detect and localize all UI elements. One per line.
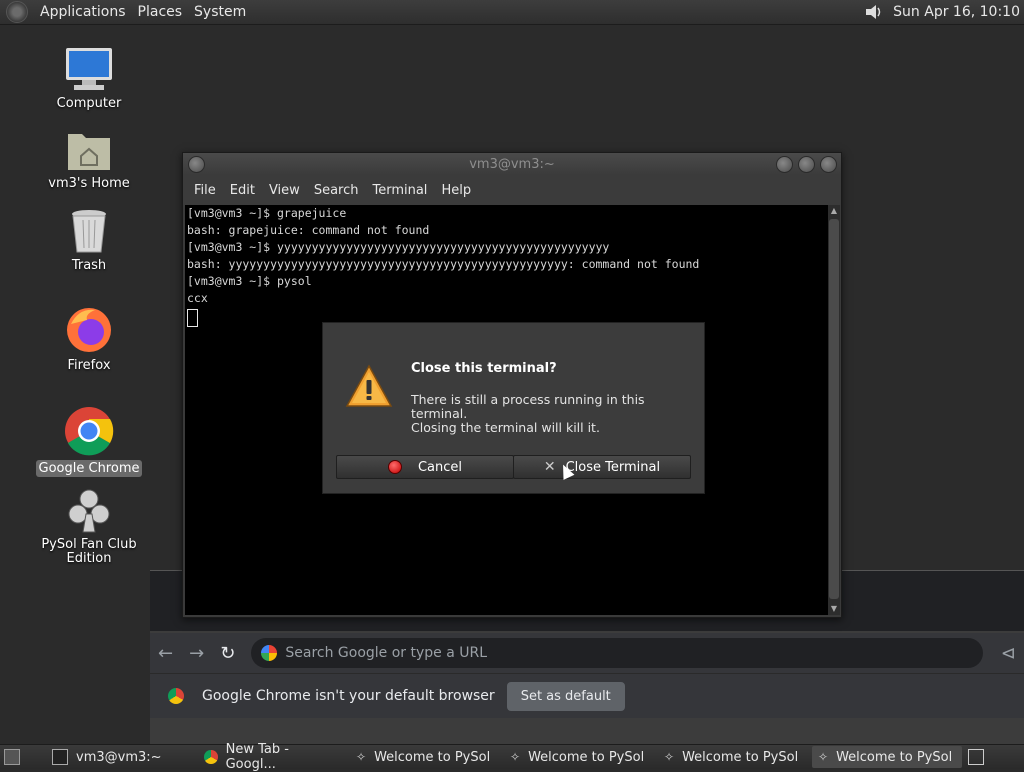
taskbar-item[interactable]: ✧ Welcome to PySol <box>350 746 500 768</box>
volume-icon[interactable] <box>863 2 885 22</box>
menu-view[interactable]: View <box>262 183 307 198</box>
cancel-icon <box>387 460 402 474</box>
minimize-icon[interactable] <box>776 156 793 173</box>
title-bar[interactable]: vm3@vm3:~ <box>183 153 841 175</box>
omnibox[interactable]: Search Google or type a URL <box>251 638 983 668</box>
scroll-down-icon[interactable]: ▼ <box>828 603 840 615</box>
dialog-message-line: Closing the terminal will kill it. <box>411 420 600 435</box>
scrollbar-thumb[interactable] <box>829 219 839 599</box>
distro-logo-icon[interactable] <box>6 1 28 23</box>
firefox-icon <box>65 306 113 354</box>
terminal-scrollbar[interactable]: ▲ ▼ <box>828 205 840 615</box>
terminal-line: bash: grapejuice: command not found <box>187 223 430 237</box>
terminal-line: ccx <box>187 291 208 305</box>
close-icon: ✕ <box>543 459 556 475</box>
menu-edit[interactable]: Edit <box>223 183 262 198</box>
close-icon[interactable] <box>820 156 837 173</box>
menu-applications[interactable]: Applications <box>34 4 132 20</box>
taskbar-item-active[interactable]: ✧ Welcome to PySol <box>812 746 962 768</box>
taskbar-item[interactable]: New Tab - Googl... <box>198 742 346 772</box>
terminal-line: [vm3@vm3 ~]$ grapejuice <box>187 206 347 220</box>
chrome-icon <box>204 750 218 764</box>
terminal-line: bash: yyyyyyyyyyyyyyyyyyyyyyyyyyyyyyyyyy… <box>187 257 700 271</box>
terminal-icon <box>52 749 68 765</box>
taskbar-label: Welcome to PySol <box>682 749 799 765</box>
close-terminal-dialog: Close this terminal? There is still a pr… <box>322 322 705 494</box>
close-terminal-button[interactable]: ✕ Close Terminal <box>513 455 691 479</box>
workspace-switcher[interactable] <box>966 746 994 768</box>
desktop-icon-label: Computer <box>56 96 122 111</box>
clock[interactable]: Sun Apr 16, 10:10 <box>893 4 1020 20</box>
menu-search[interactable]: Search <box>307 183 366 198</box>
desktop-icon-chrome[interactable]: Google Chrome <box>34 406 144 477</box>
desktop-icon-label: Firefox <box>67 358 111 373</box>
desktop-icon-label: Google Chrome <box>35 460 143 477</box>
infobar-text: Google Chrome isn't your default browser <box>202 688 495 704</box>
workspace-icon <box>968 749 984 765</box>
maximize-icon[interactable] <box>798 156 815 173</box>
set-as-default-button[interactable]: Set as default <box>506 681 625 711</box>
reload-icon[interactable]: ↻ <box>212 643 243 664</box>
home-folder-icon <box>66 128 112 172</box>
menu-file[interactable]: File <box>187 183 223 198</box>
pysol-icon: ✧ <box>510 750 521 764</box>
cancel-button[interactable]: Cancel <box>336 455 514 479</box>
terminal-line: [vm3@vm3 ~]$ pysol <box>187 274 312 288</box>
share-icon[interactable]: ⊲ <box>993 643 1024 664</box>
taskbar-label: Welcome to PySol <box>528 749 645 765</box>
show-desktop-icon <box>4 749 20 765</box>
trash-icon <box>69 208 109 254</box>
bottom-panel: vm3@vm3:~ New Tab - Googl... ✧ Welcome t… <box>0 742 1024 772</box>
menu-places[interactable]: Places <box>132 4 189 20</box>
desktop-icon-trash[interactable]: Trash <box>34 208 144 273</box>
text-cursor <box>187 309 198 327</box>
menu-help[interactable]: Help <box>434 183 478 198</box>
desktop-icon-label: vm3's Home <box>48 176 130 191</box>
omnibox-placeholder: Search Google or type a URL <box>285 645 488 661</box>
google-icon <box>261 645 278 661</box>
dialog-title: Close this terminal? <box>411 361 557 376</box>
chrome-icon <box>64 406 114 456</box>
taskbar-label: Welcome to PySol <box>374 749 491 765</box>
taskbar-item[interactable]: ✧ Welcome to PySol <box>504 746 654 768</box>
taskbar-item[interactable]: vm3@vm3:~ <box>46 746 194 768</box>
computer-icon <box>64 46 114 92</box>
pysol-icon: ✧ <box>664 750 675 764</box>
pysol-icon: ✧ <box>818 750 829 764</box>
scroll-up-icon[interactable]: ▲ <box>828 205 840 217</box>
default-browser-infobar: Google Chrome isn't your default browser… <box>150 673 1024 718</box>
chrome-toolbar: ← → ↻ Search Google or type a URL ⊲ <box>150 633 1024 673</box>
taskbar-label: vm3@vm3:~ <box>76 749 162 765</box>
menu-system[interactable]: System <box>188 4 252 20</box>
desktop-icon-computer[interactable]: Computer <box>34 46 144 111</box>
close-terminal-label: Close Terminal <box>565 459 661 475</box>
dialog-message: There is still a process running in this… <box>411 393 704 435</box>
desktop-icon-firefox[interactable]: Firefox <box>34 306 144 373</box>
window-menu-icon[interactable] <box>188 156 205 173</box>
chrome-icon <box>168 688 184 704</box>
taskbar-label: Welcome to PySol <box>836 749 953 765</box>
dialog-message-line: There is still a process running in this… <box>411 392 645 421</box>
terminal-line: [vm3@vm3 ~]$ yyyyyyyyyyyyyyyyyyyyyyyyyyy… <box>187 240 610 254</box>
pysol-club-icon <box>67 488 111 534</box>
terminal-menubar: File Edit View Search Terminal Help <box>183 175 841 205</box>
show-desktop-button[interactable] <box>0 746 32 768</box>
top-panel: Applications Places System Sun Apr 16, 1… <box>0 0 1024 25</box>
menu-terminal[interactable]: Terminal <box>365 183 434 198</box>
pysol-icon: ✧ <box>356 750 367 764</box>
desktop-icon-home[interactable]: vm3's Home <box>34 128 144 191</box>
warning-icon <box>345 363 393 413</box>
desktop-icon-label: PySol Fan Club Edition <box>41 537 137 566</box>
taskbar-item[interactable]: ✧ Welcome to PySol <box>658 746 808 768</box>
cancel-label: Cancel <box>417 459 463 475</box>
window-title: vm3@vm3:~ <box>469 156 555 172</box>
back-icon[interactable]: ← <box>150 643 181 664</box>
desktop-icon-label: Trash <box>71 258 107 273</box>
forward-icon[interactable]: → <box>181 643 212 664</box>
desktop-icon-pysol[interactable]: PySol Fan Club Edition <box>34 488 144 566</box>
